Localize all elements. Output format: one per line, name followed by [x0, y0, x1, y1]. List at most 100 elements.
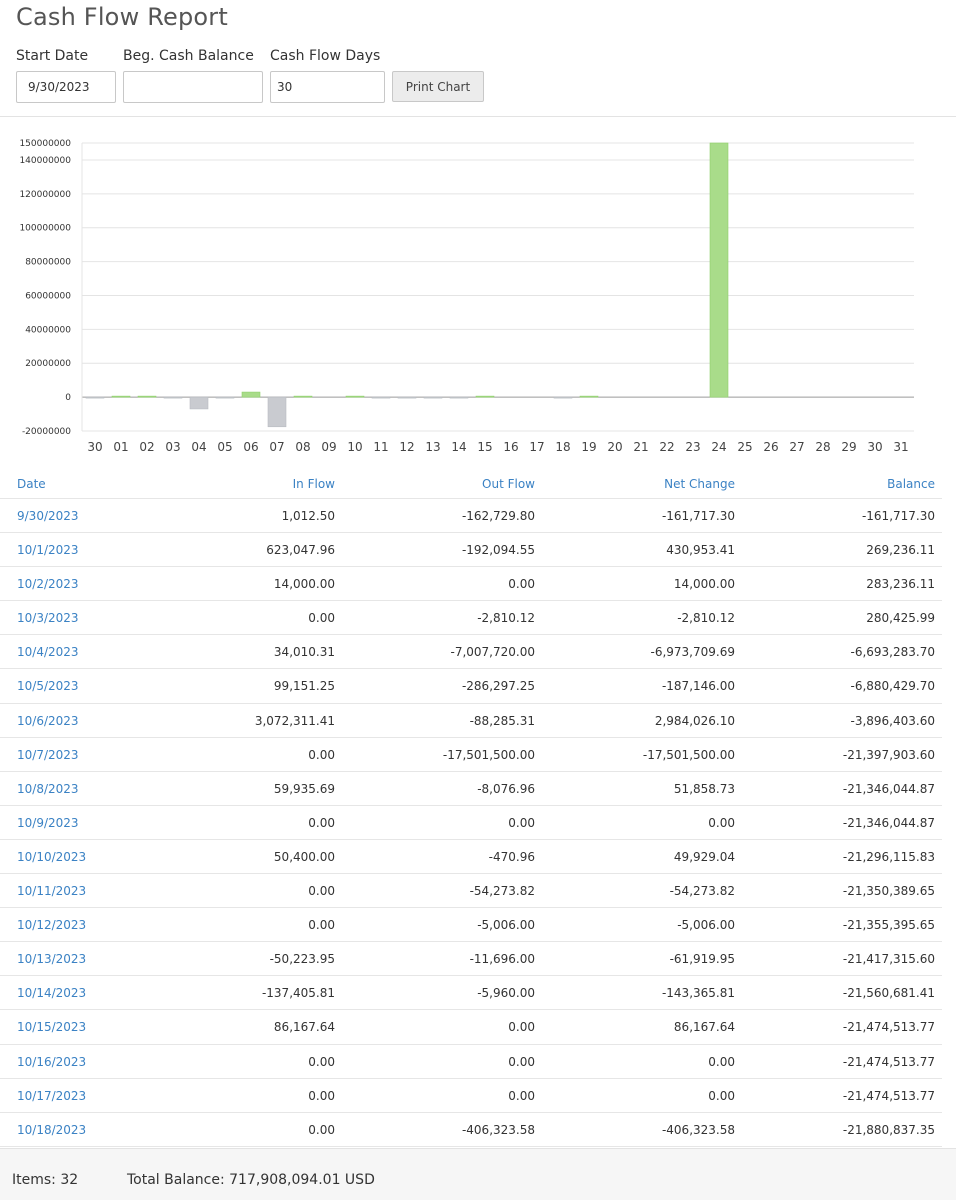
- bar: [449, 396, 469, 399]
- y-tick-label: -20000000: [22, 427, 71, 437]
- row-balance: -21,397,903.60: [842, 747, 935, 762]
- cash-flow-chart: -20000000 0 20000000 40000000 60000000 800000…: [19, 139, 914, 454]
- header-date[interactable]: Date: [17, 477, 46, 491]
- row-out-flow: -162,729.80: [461, 509, 535, 523]
- row-balance: -21,417,315.60: [842, 952, 935, 967]
- x-tick-label: 06: [243, 440, 258, 454]
- row-date-link[interactable]: 10/9/2023: [17, 816, 79, 830]
- row-date-link[interactable]: 10/13/2023: [17, 952, 86, 966]
- header-out-flow[interactable]: Out Flow: [482, 477, 535, 491]
- row-in-flow: 0.00: [308, 884, 335, 899]
- row-out-flow: 0.00: [508, 1054, 535, 1069]
- y-tick-label: 120000000: [19, 190, 71, 200]
- table-row: 10/14/2023 -137,405.81 -5,960.00 -143,365.8…: [0, 976, 942, 1011]
- row-date-link[interactable]: 10/7/2023: [17, 748, 79, 762]
- y-tick-label: 0: [65, 393, 71, 403]
- row-in-flow: 0.00: [308, 747, 335, 762]
- row-in-flow: 0.00: [308, 611, 335, 626]
- beg-cash-balance-input[interactable]: [123, 71, 263, 103]
- row-out-flow: -470.96: [488, 849, 535, 864]
- y-tick-label: 40000000: [25, 325, 71, 335]
- row-balance: -21,346,044.87: [842, 781, 935, 796]
- row-date-link[interactable]: 10/15/2023: [17, 1020, 86, 1034]
- row-in-flow: -50,223.95: [269, 952, 335, 967]
- bar: [163, 396, 183, 399]
- form-divider: [0, 116, 956, 117]
- table-row: 10/10/2023 50,400.00 -470.96 49,929.04 -21,2…: [0, 840, 942, 875]
- row-out-flow: -54,273.82: [469, 884, 535, 899]
- row-net-change: -406,323.58: [661, 1122, 735, 1137]
- x-tick-label: 21: [633, 440, 648, 454]
- bar: [371, 396, 391, 399]
- x-tick-label: 16: [503, 440, 518, 454]
- row-out-flow: -11,696.00: [469, 952, 535, 967]
- bar: [85, 396, 105, 399]
- row-date-link[interactable]: 10/11/2023: [17, 884, 86, 898]
- table-row: 10/12/2023 0.00 -5,006.00 -5,006.00 -21,355,…: [0, 908, 942, 943]
- row-date-link[interactable]: 10/4/2023: [17, 645, 79, 659]
- row-in-flow: 1,012.50: [281, 509, 335, 523]
- row-date-link[interactable]: 10/17/2023: [17, 1089, 86, 1103]
- start-date-input[interactable]: [16, 71, 116, 103]
- bar: [709, 142, 729, 398]
- items-count: Items: 32: [12, 1172, 79, 1188]
- bar: [267, 396, 287, 428]
- row-net-change: 51,858.73: [673, 781, 735, 796]
- table-row: 10/4/2023 34,010.31 -7,007,720.00 -6,973,70…: [0, 635, 942, 670]
- row-out-flow: 0.00: [508, 1088, 535, 1103]
- x-tick-label: 04: [191, 440, 206, 454]
- table-row: 10/2/2023 14,000.00 0.00 14,000.00 283,236.1…: [0, 567, 942, 602]
- x-tick-label: 02: [139, 440, 154, 454]
- row-date-link[interactable]: 10/12/2023: [17, 918, 86, 932]
- row-balance: -21,560,681.41: [842, 986, 935, 1001]
- row-balance: -21,355,395.65: [842, 918, 935, 933]
- row-balance: 269,236.11: [866, 543, 935, 558]
- bar: [397, 396, 417, 399]
- row-out-flow: -8,076.96: [477, 781, 535, 796]
- cash-flow-days-label: Cash Flow Days: [270, 48, 381, 64]
- row-date-link[interactable]: 10/2/2023: [17, 577, 79, 591]
- row-date-link[interactable]: 10/18/2023: [17, 1123, 86, 1137]
- row-net-change: 0.00: [708, 1088, 735, 1103]
- row-date-link[interactable]: 10/1/2023: [17, 543, 79, 557]
- row-date-link[interactable]: 10/3/2023: [17, 611, 79, 625]
- x-tick-label: 05: [217, 440, 232, 454]
- page-title: Cash Flow Report: [16, 3, 228, 31]
- row-date-link[interactable]: 10/6/2023: [17, 714, 79, 728]
- row-date-link[interactable]: 10/8/2023: [17, 782, 79, 796]
- row-date-link[interactable]: 10/10/2023: [17, 850, 86, 864]
- row-date-link[interactable]: 10/14/2023: [17, 986, 86, 1000]
- cash-flow-days-input[interactable]: [270, 71, 385, 103]
- row-in-flow: 623,047.96: [266, 543, 335, 558]
- row-net-change: -54,273.82: [669, 884, 735, 899]
- row-out-flow: -192,094.55: [461, 543, 535, 558]
- x-tick-label: 28: [815, 440, 830, 454]
- table-row: 10/16/2023 0.00 0.00 0.00 -21,474,513.77: [0, 1045, 942, 1079]
- row-net-change: -61,919.95: [669, 952, 735, 967]
- header-net-change[interactable]: Net Change: [664, 477, 735, 491]
- row-in-flow: 99,151.25: [273, 679, 335, 694]
- x-tick-label: 30: [87, 440, 102, 454]
- row-net-change: -5,006.00: [677, 918, 735, 933]
- row-net-change: -17,501,500.00: [642, 747, 735, 762]
- row-balance: -21,346,044.87: [842, 815, 935, 830]
- header-balance[interactable]: Balance: [887, 477, 935, 491]
- header-in-flow[interactable]: In Flow: [293, 477, 335, 491]
- row-in-flow: -137,405.81: [261, 986, 335, 1001]
- row-date-link[interactable]: 10/16/2023: [17, 1055, 86, 1069]
- row-out-flow: 0.00: [508, 577, 535, 592]
- bar: [111, 395, 131, 398]
- row-out-flow: 0.00: [508, 815, 535, 830]
- print-chart-button[interactable]: Print Chart: [392, 71, 484, 102]
- table-row: 10/15/2023 86,167.64 0.00 86,167.64 -21,474,…: [0, 1010, 942, 1045]
- bar: [475, 395, 495, 398]
- row-date-link[interactable]: 10/5/2023: [17, 679, 79, 693]
- x-tick-label: 07: [269, 440, 284, 454]
- table-row: 10/18/2023 0.00 -406,323.58 -406,323.58 -21,…: [0, 1113, 942, 1147]
- row-date-link[interactable]: 9/30/2023: [17, 509, 79, 523]
- row-in-flow: 50,400.00: [273, 849, 335, 864]
- x-tick-label: 11: [373, 440, 388, 454]
- bar: [137, 395, 157, 398]
- bar: [293, 395, 313, 398]
- table-row: 9/30/2023 1,012.50 -162,729.80 -161,717.30 -…: [0, 499, 942, 534]
